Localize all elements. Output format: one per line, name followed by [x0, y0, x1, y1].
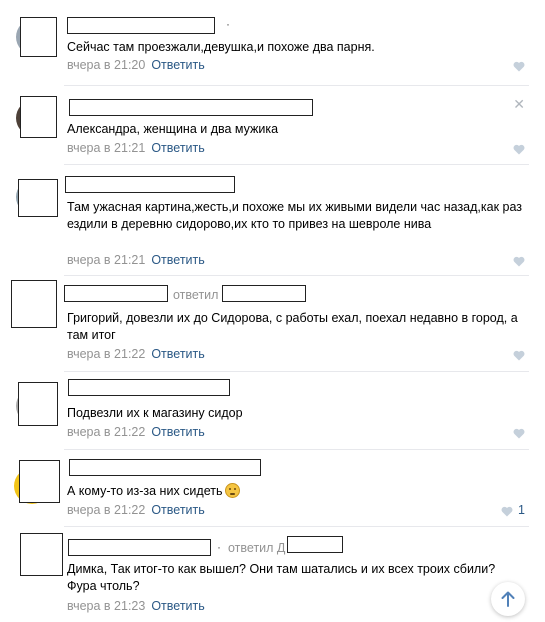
- reply-link[interactable]: Ответить: [151, 253, 204, 267]
- comment-item: Подвезли их к магазину сидор вчера в 21:…: [2, 372, 539, 449]
- avatar[interactable]: [11, 280, 57, 328]
- replied-to-label: ответил: [173, 288, 219, 302]
- comment-item: · Сейчас там проезжали,девушка,и похоже …: [2, 5, 539, 85]
- reply-link[interactable]: Ответить: [151, 58, 204, 72]
- arrow-up-icon: [501, 591, 515, 607]
- avatar[interactable]: [20, 17, 57, 57]
- reply-link[interactable]: Ответить: [151, 347, 204, 361]
- heart-icon[interactable]: [513, 428, 525, 439]
- comment-meta: вчера в 21:22 Ответить: [67, 425, 205, 439]
- comment-time[interactable]: вчера в 21:22: [67, 503, 145, 517]
- comment-time[interactable]: вчера в 21:21: [67, 141, 145, 155]
- comment-meta: вчера в 21:23 Ответить: [67, 599, 205, 613]
- avatar[interactable]: [18, 382, 58, 426]
- author-name-redacted[interactable]: [67, 17, 215, 34]
- heart-icon[interactable]: [513, 61, 525, 72]
- comment-text: Подвезли их к магазину сидор: [67, 406, 243, 420]
- comment-meta: вчера в 21:22 Ответить: [67, 347, 205, 361]
- separator-dot: ·: [226, 17, 230, 31]
- comment-text: А кому-то из-за них сидеть: [67, 483, 529, 500]
- author-name-redacted[interactable]: [69, 99, 313, 116]
- comment-item: · ответил Д Димка, Так итог-то как вышел…: [2, 527, 539, 622]
- author-name-redacted[interactable]: [69, 459, 261, 476]
- close-icon[interactable]: ✕: [513, 96, 525, 113]
- comment-meta: вчера в 21:20 Ответить: [67, 58, 205, 72]
- comment-time[interactable]: вчера в 21:22: [67, 425, 145, 439]
- heart-icon[interactable]: [513, 144, 525, 155]
- comment-text-content: А кому-то из-за них сидеть: [67, 484, 223, 498]
- comments-list: · Сейчас там проезжали,девушка,и похоже …: [2, 5, 539, 622]
- author-name-redacted[interactable]: [64, 285, 168, 302]
- comment-time[interactable]: вчера в 21:20: [67, 58, 145, 72]
- replied-to-label: ответил Д: [228, 541, 286, 555]
- comment-item: А кому-то из-за них сидеть вчера в 21:22…: [2, 450, 539, 526]
- author-name-redacted[interactable]: [65, 176, 235, 193]
- comment-text: Александра, женщина и два мужика: [67, 122, 279, 136]
- heart-icon[interactable]: [513, 350, 525, 361]
- scroll-up-button[interactable]: [491, 582, 525, 616]
- heart-icon[interactable]: [513, 256, 525, 267]
- comment-meta: вчера в 21:21 Ответить: [67, 253, 205, 267]
- avatar[interactable]: [20, 533, 63, 576]
- comment-text: Сейчас там проезжали,девушка,и похоже дв…: [67, 40, 375, 54]
- comment-item: ответил Григорий, довезли их до Сидорова…: [2, 276, 539, 376]
- avatar[interactable]: [18, 179, 58, 217]
- reply-target-redacted[interactable]: [287, 536, 343, 553]
- reply-link[interactable]: Ответить: [151, 141, 204, 155]
- reply-target-redacted[interactable]: [222, 285, 306, 302]
- comment-time[interactable]: вчера в 21:21: [67, 253, 145, 267]
- comment-meta: вчера в 21:21 Ответить: [67, 141, 205, 155]
- comment-time[interactable]: вчера в 21:23: [67, 599, 145, 613]
- avatar[interactable]: [20, 96, 57, 138]
- author-name-redacted[interactable]: [68, 539, 211, 556]
- comment-item: ✕ Александра, женщина и два мужика вчера…: [2, 86, 539, 164]
- comment-meta: вчера в 21:22 Ответить: [67, 503, 205, 517]
- separator-dot: ·: [217, 540, 221, 554]
- reply-link[interactable]: Ответить: [151, 599, 204, 613]
- reply-link[interactable]: Ответить: [151, 425, 204, 439]
- author-name-redacted[interactable]: [68, 379, 230, 396]
- likes-count: 1: [518, 503, 525, 517]
- worried-face-emoji: [225, 483, 241, 498]
- comment-text: Там ужасная картина,жесть,и похоже мы их…: [67, 200, 523, 231]
- reply-link[interactable]: Ответить: [151, 503, 204, 517]
- comment-text: Григорий, довезли их до Сидорова, с рабо…: [67, 311, 518, 342]
- heart-icon[interactable]: [501, 506, 513, 517]
- comment-item: Там ужасная картина,жесть,и похоже мы их…: [2, 165, 539, 275]
- avatar[interactable]: [19, 460, 60, 503]
- comment-time[interactable]: вчера в 21:22: [67, 347, 145, 361]
- comment-text: Димка, Так итог-то как вышел? Они там ша…: [67, 562, 496, 593]
